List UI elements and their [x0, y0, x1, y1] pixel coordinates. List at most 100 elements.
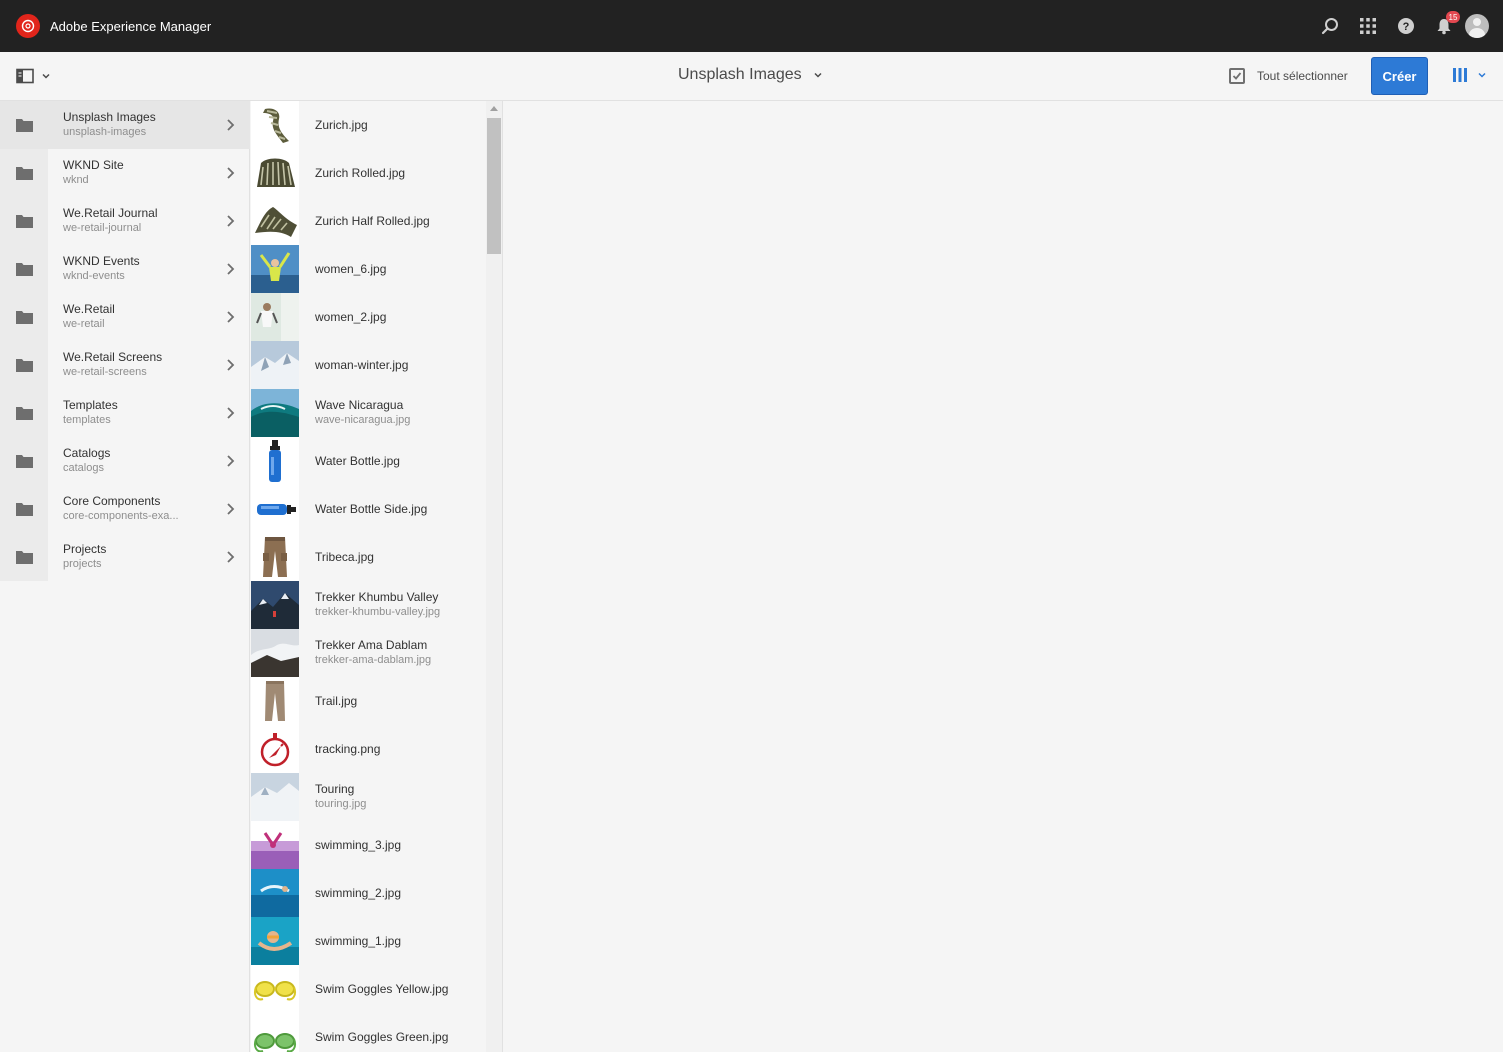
folder-title-dropdown[interactable]: Unsplash Images	[678, 66, 822, 84]
help-icon[interactable]: ?	[1387, 0, 1425, 52]
asset-title: Swim Goggles Yellow.jpg	[315, 982, 449, 996]
asset-row[interactable]: Zurich Half Rolled.jpg	[251, 197, 485, 245]
asset-title: Zurich.jpg	[315, 118, 368, 132]
chevron-right-icon[interactable]	[226, 310, 235, 324]
asset-row[interactable]: Wave Nicaragua wave-nicaragua.jpg	[251, 389, 485, 437]
scrollbar-thumb[interactable]	[487, 118, 501, 254]
asset-row[interactable]: Touring touring.jpg	[251, 773, 485, 821]
action-bar: Unsplash Images Tout sélectionner	[0, 52, 1503, 101]
asset-title: Zurich Rolled.jpg	[315, 166, 406, 180]
asset-thumbnail	[251, 629, 299, 677]
asset-title: Touring	[315, 782, 355, 796]
folder-row[interactable]: WKND Site wknd	[0, 149, 250, 197]
svg-text:?: ?	[1403, 21, 1410, 33]
select-all-button[interactable]: Tout sélectionner	[1229, 68, 1348, 84]
scroll-up-arrow[interactable]	[490, 106, 498, 111]
folder-title: We.Retail Screens	[63, 350, 163, 364]
asset-row[interactable]: Trekker Ama Dablam trekker-ama-dablam.jpg	[251, 629, 485, 677]
folder-row[interactable]: Unsplash Images unsplash-images	[0, 101, 250, 149]
folder-icon	[16, 166, 33, 180]
folder-name: we-retail	[63, 318, 105, 330]
apps-grid-icon[interactable]	[1349, 0, 1387, 52]
folder-name: wknd-events	[63, 270, 125, 282]
asset-title: Tribeca.jpg	[315, 550, 374, 564]
asset-row[interactable]: tracking.png	[251, 725, 485, 773]
folder-row[interactable]: We.Retail Screens we-retail-screens	[0, 341, 250, 389]
asset-title: woman-winter.jpg	[315, 358, 409, 372]
asset-title: women_2.jpg	[315, 310, 387, 324]
asset-thumbnail	[251, 869, 299, 917]
chevron-right-icon[interactable]	[226, 262, 235, 276]
asset-row[interactable]: Water Bottle.jpg	[251, 437, 485, 485]
folder-icon	[16, 262, 33, 276]
view-switcher[interactable]	[1452, 67, 1486, 83]
folder-name: projects	[63, 558, 102, 570]
adobe-logo-icon[interactable]	[16, 14, 40, 38]
asset-row[interactable]: Water Bottle Side.jpg	[251, 485, 485, 533]
asset-thumbnail	[251, 149, 299, 197]
chevron-right-icon[interactable]	[226, 406, 235, 420]
folder-row[interactable]: Core Components core-components-exa...	[0, 485, 250, 533]
chevron-right-icon[interactable]	[226, 358, 235, 372]
asset-title: Trail.jpg	[315, 694, 358, 708]
asset-row[interactable]: swimming_2.jpg	[251, 869, 485, 917]
asset-filename: trekker-ama-dablam.jpg	[315, 654, 432, 666]
column-assets: Zurich.jpg Zurich Rolled.jpg Zurich Half R…	[251, 101, 503, 1052]
chevron-down-icon	[42, 73, 50, 79]
chevron-right-icon[interactable]	[226, 214, 235, 228]
rail-toggle-button[interactable]	[16, 68, 50, 84]
chevron-right-icon[interactable]	[226, 166, 235, 180]
asset-row[interactable]: Trekker Khumbu Valley trekker-khumbu-vall…	[251, 581, 485, 629]
asset-title: Zurich Half Rolled.jpg	[315, 214, 430, 228]
chevron-right-icon[interactable]	[226, 502, 235, 516]
folder-icon	[16, 502, 33, 516]
asset-thumbnail	[251, 101, 299, 149]
folder-row[interactable]: Catalogs catalogs	[0, 437, 250, 485]
scrollbar[interactable]	[486, 101, 502, 1052]
asset-row[interactable]: Zurich Rolled.jpg	[251, 149, 485, 197]
asset-row[interactable]: swimming_3.jpg	[251, 821, 485, 869]
asset-thumbnail	[251, 1013, 299, 1052]
asset-thumbnail	[251, 197, 299, 245]
asset-row[interactable]: Zurich.jpg	[251, 101, 485, 149]
folder-row[interactable]: We.Retail we-retail	[0, 293, 250, 341]
asset-row[interactable]: Swim Goggles Yellow.jpg	[251, 965, 485, 1013]
folder-row[interactable]: WKND Events wknd-events	[0, 245, 250, 293]
folder-title: WKND Events	[63, 254, 140, 268]
chevron-down-icon	[814, 72, 822, 78]
folder-title: Unsplash Images	[63, 110, 156, 124]
chevron-right-icon[interactable]	[226, 550, 235, 564]
asset-title: Water Bottle.jpg	[315, 454, 400, 468]
bell-icon[interactable]: 15	[1425, 0, 1463, 52]
search-icon[interactable]	[1311, 0, 1349, 52]
checkbox-icon	[1229, 68, 1245, 84]
create-button[interactable]: Créer	[1371, 57, 1428, 95]
asset-row[interactable]: Swim Goggles Green.jpg	[251, 1013, 485, 1052]
select-all-label: Tout sélectionner	[1257, 69, 1348, 83]
asset-row[interactable]: women_2.jpg	[251, 293, 485, 341]
asset-row[interactable]: swimming_1.jpg	[251, 917, 485, 965]
asset-thumbnail	[251, 293, 299, 341]
folder-row[interactable]: We.Retail Journal we-retail-journal	[0, 197, 250, 245]
chevron-right-icon[interactable]	[226, 118, 235, 132]
asset-thumbnail	[251, 677, 299, 725]
folder-row[interactable]: Projects projects	[0, 533, 250, 581]
asset-row[interactable]: women_6.jpg	[251, 245, 485, 293]
asset-thumbnail	[251, 725, 299, 773]
folder-title: WKND Site	[63, 158, 124, 172]
folder-row[interactable]: Templates templates	[0, 389, 250, 437]
page-title: Unsplash Images	[678, 66, 802, 83]
asset-thumbnail	[251, 965, 299, 1013]
asset-thumbnail	[251, 437, 299, 485]
avatar[interactable]	[1465, 14, 1489, 38]
asset-row[interactable]: woman-winter.jpg	[251, 341, 485, 389]
asset-row[interactable]: Trail.jpg	[251, 677, 485, 725]
asset-row[interactable]: Tribeca.jpg	[251, 533, 485, 581]
folder-icon	[16, 550, 33, 564]
chevron-right-icon[interactable]	[226, 454, 235, 468]
preview-pane	[504, 101, 1503, 1052]
app-title[interactable]: Adobe Experience Manager	[50, 19, 211, 34]
column-folders: Unsplash Images unsplash-images WKND Site w…	[0, 101, 250, 1052]
asset-thumbnail	[251, 389, 299, 437]
asset-thumbnail	[251, 581, 299, 629]
